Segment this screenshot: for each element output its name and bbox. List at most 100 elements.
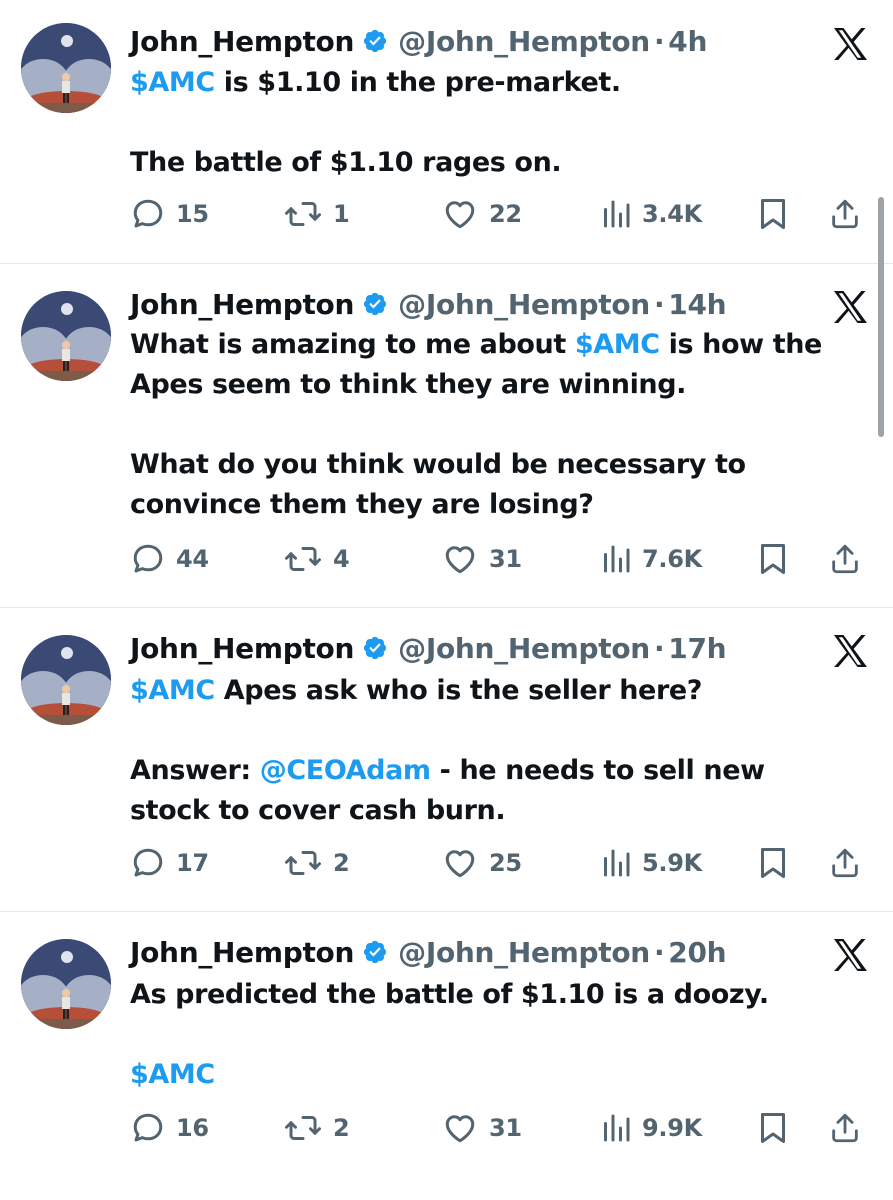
bookmark-icon — [758, 541, 788, 577]
share-button[interactable] — [828, 843, 862, 883]
text-run: Answer: — [130, 755, 260, 786]
text-line: stock to cover cash burn. — [130, 791, 850, 831]
bookmark-button[interactable] — [758, 539, 788, 579]
repost-button[interactable]: 4 — [283, 539, 350, 579]
views-icon — [600, 845, 632, 881]
bookmark-icon — [758, 1110, 788, 1146]
reply-count: 17 — [176, 849, 209, 877]
reply-icon — [130, 541, 166, 577]
tweet-header: John_Hempton @John_Hempton · 4h — [130, 21, 707, 61]
reply-icon — [130, 1110, 166, 1146]
tweet-text: $AMC is $1.10 in the pre-market. The batt… — [130, 63, 850, 183]
views-button[interactable]: 7.6K — [600, 539, 702, 579]
author-handle[interactable]: @John_Hempton — [398, 25, 650, 58]
cashtag-link[interactable]: $AMC — [575, 329, 660, 360]
avatar[interactable] — [21, 635, 111, 725]
author-name[interactable]: John_Hempton — [130, 936, 354, 969]
bookmark-button[interactable] — [758, 194, 788, 234]
tweet-actions: 16 2 31 9.9K — [0, 1108, 893, 1148]
text-run: Apes seem to think they are winning. — [130, 369, 687, 400]
cashtag-link[interactable]: $AMC — [130, 675, 215, 706]
views-icon — [600, 541, 632, 577]
text-line: $AMC Apes ask who is the seller here? — [130, 671, 850, 711]
repost-icon — [283, 196, 323, 232]
verified-badge-icon — [362, 291, 388, 317]
avatar[interactable] — [21, 23, 111, 113]
text-run: is how the — [659, 329, 823, 360]
text-run: The battle of $1.10 rages on. — [130, 147, 562, 178]
author-handle[interactable]: @John_Hempton — [398, 632, 650, 665]
timestamp[interactable]: 20h — [668, 936, 726, 969]
x-logo-icon[interactable] — [832, 634, 868, 668]
timestamp[interactable]: 17h — [668, 632, 726, 665]
cashtag-link[interactable]: $AMC — [130, 67, 215, 98]
avatar[interactable] — [21, 939, 111, 1029]
reply-count: 16 — [176, 1114, 209, 1142]
author-handle[interactable]: @John_Hempton — [398, 288, 650, 321]
like-button[interactable]: 31 — [441, 539, 522, 579]
author-name[interactable]: John_Hempton — [130, 288, 354, 321]
verified-badge-icon — [362, 939, 388, 965]
author-name[interactable]: John_Hempton — [130, 632, 354, 665]
text-run: is $1.10 in the pre-market. — [214, 67, 621, 98]
repost-count: 1 — [333, 200, 350, 228]
author-name[interactable]: John_Hempton — [130, 25, 354, 58]
repost-count: 2 — [333, 849, 350, 877]
view-count: 7.6K — [642, 545, 702, 573]
avatar[interactable] — [21, 291, 111, 381]
like-count: 25 — [489, 849, 522, 877]
text-run: What do you think would be necessary to — [130, 449, 746, 480]
repost-button[interactable]: 1 — [283, 194, 350, 234]
text-line: The battle of $1.10 rages on. — [130, 143, 850, 183]
share-button[interactable] — [828, 539, 862, 579]
reply-button[interactable]: 17 — [130, 843, 209, 883]
bookmark-button[interactable] — [758, 843, 788, 883]
view-count: 3.4K — [642, 200, 702, 228]
text-run: What is amazing to me about — [130, 329, 575, 360]
like-button[interactable]: 25 — [441, 843, 522, 883]
text-line: Apes seem to think they are winning. — [130, 365, 850, 405]
x-logo-icon[interactable] — [832, 290, 868, 324]
bookmark-icon — [758, 196, 788, 232]
reply-button[interactable]: 44 — [130, 539, 209, 579]
tweet-divider — [0, 607, 893, 608]
separator: · — [653, 24, 665, 58]
like-button[interactable]: 22 — [441, 194, 522, 234]
tweet-header: John_Hempton @John_Hempton · 20h — [130, 932, 727, 972]
timestamp[interactable]: 4h — [668, 25, 707, 58]
author-handle[interactable]: @John_Hempton — [398, 936, 650, 969]
repost-button[interactable]: 2 — [283, 843, 350, 883]
like-icon — [441, 845, 479, 881]
view-count: 5.9K — [642, 849, 702, 877]
views-button[interactable]: 3.4K — [600, 194, 702, 234]
tweet-actions: 44 4 31 7.6K — [0, 539, 893, 579]
views-button[interactable]: 5.9K — [600, 843, 702, 883]
reply-button[interactable]: 15 — [130, 194, 209, 234]
bookmark-button[interactable] — [758, 1108, 788, 1148]
tweet-text: $AMC Apes ask who is the seller here? Ans… — [130, 671, 850, 831]
share-button[interactable] — [828, 1108, 862, 1148]
views-icon — [600, 196, 632, 232]
like-icon — [441, 196, 479, 232]
tweet-divider — [0, 911, 893, 912]
like-count: 31 — [489, 545, 522, 573]
text-line: As predicted the battle of $1.10 is a do… — [130, 975, 850, 1015]
repost-button[interactable]: 2 — [283, 1108, 350, 1148]
x-logo-icon[interactable] — [832, 27, 868, 61]
views-button[interactable]: 9.9K — [600, 1108, 702, 1148]
share-icon — [828, 1110, 862, 1146]
like-button[interactable]: 31 — [441, 1108, 522, 1148]
cashtag-link[interactable]: $AMC — [130, 1059, 215, 1090]
timestamp[interactable]: 14h — [668, 288, 726, 321]
text-line: $AMC — [130, 1055, 850, 1095]
x-logo-icon[interactable] — [832, 938, 868, 972]
reply-button[interactable]: 16 — [130, 1108, 209, 1148]
share-button[interactable] — [828, 194, 862, 234]
text-run: - he needs to sell new — [430, 755, 765, 786]
mention-link[interactable]: @CEOAdam — [260, 755, 431, 786]
scrollbar[interactable] — [878, 197, 884, 437]
repost-count: 4 — [333, 545, 350, 573]
tweet-text: As predicted the battle of $1.10 is a do… — [130, 975, 850, 1095]
